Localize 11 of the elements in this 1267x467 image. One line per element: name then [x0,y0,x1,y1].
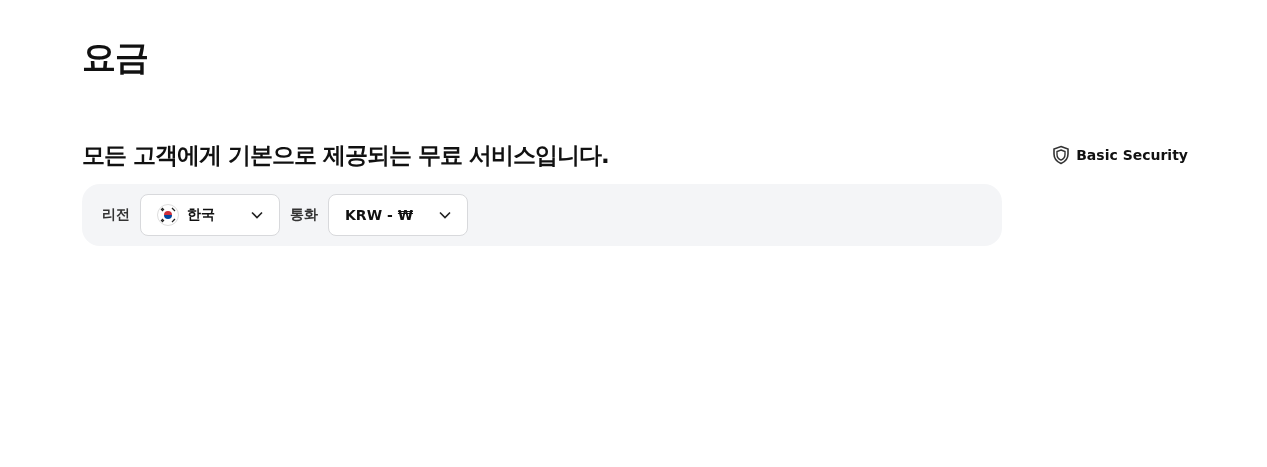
filter-label: 통화 [290,206,318,224]
dropdown[interactable]: 한국 [140,194,280,236]
plan-label: Basic Security [1076,147,1188,163]
chevron-down-icon [251,211,263,219]
filter-label: 리전 [102,206,130,224]
headline: 모든 고객에게 기본으로 제공되는 무료 서비스입니다. [82,141,610,170]
shield-icon [1052,145,1071,165]
page-title: 요금 [82,36,149,78]
chevron-down-icon [439,211,451,219]
dropdown[interactable]: KRW - ₩ [328,194,468,236]
flag-icon [157,204,179,226]
